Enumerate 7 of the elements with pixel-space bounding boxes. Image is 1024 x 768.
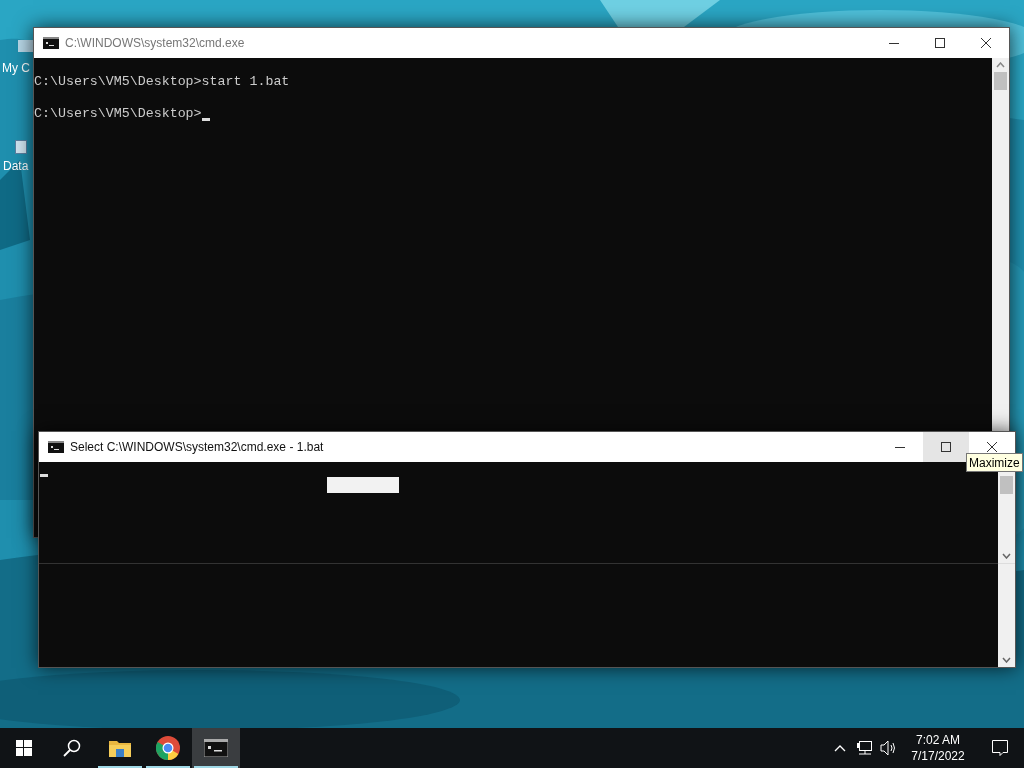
console-line: C:\Users\VM5\Desktop>start 1.bat bbox=[34, 74, 290, 90]
window-title: Select C:\WINDOWS\system32\cmd.exe - 1.bat bbox=[70, 439, 325, 456]
tooltip: Maximize bbox=[966, 453, 1023, 472]
icon-label: Data bbox=[3, 158, 29, 175]
console-line: C:\Users\VM5\Desktop> bbox=[34, 106, 202, 122]
icon-label: My C bbox=[2, 60, 30, 77]
window-title: C:\WINDOWS\system32\cmd.exe bbox=[65, 35, 246, 52]
